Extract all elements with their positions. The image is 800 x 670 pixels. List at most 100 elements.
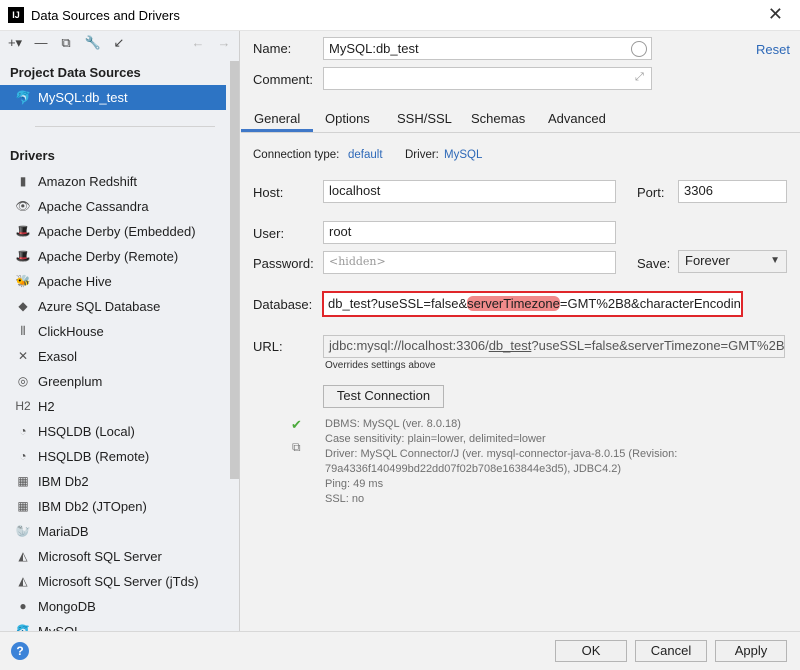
driver-label: Azure SQL Database — [38, 299, 161, 314]
driver-item[interactable]: ◔ HSQLDB (Remote) — [0, 444, 228, 469]
tab-general[interactable]: General — [254, 111, 300, 126]
tab-schemas[interactable]: Schemas — [471, 111, 525, 126]
remove-icon[interactable]: — — [32, 35, 50, 50]
name-value: MySQL:db_test — [329, 41, 419, 56]
driver-label: Microsoft SQL Server (jTds) — [38, 574, 199, 589]
driver-label: MongoDB — [38, 599, 96, 614]
color-circle-icon[interactable] — [631, 41, 647, 57]
driver-item[interactable]: ◆ Azure SQL Database — [0, 294, 228, 319]
driver-item[interactable]: 🦭 MariaDB — [0, 519, 228, 544]
user-input[interactable]: root — [323, 221, 616, 244]
url-text-suffix: ?useSSL=false&serverTimezone=GMT%2B8 — [531, 338, 785, 353]
url-input[interactable]: jdbc:mysql://localhost:3306/db_test?useS… — [323, 335, 785, 358]
active-tab-indicator — [241, 129, 313, 132]
reset-link[interactable]: Reset — [756, 42, 790, 57]
comment-label: Comment: — [253, 72, 313, 87]
driver-label: Driver: — [405, 149, 439, 161]
driver-item[interactable]: ◭ Microsoft SQL Server (jTds) — [0, 569, 228, 594]
driver-icon: 🎩 — [15, 249, 31, 263]
driver-item[interactable]: 🎩 Apache Derby (Remote) — [0, 244, 228, 269]
driver-item[interactable]: ▮ Amazon Redshift — [0, 169, 228, 194]
data-source-label: MySQL:db_test — [38, 90, 128, 105]
right-panel: Name: MySQL:db_test Reset Comment: ⤢ Gen… — [241, 31, 800, 631]
driver-item[interactable]: 🎩 Apache Derby (Embedded) — [0, 219, 228, 244]
driver-icon: 🐬 — [15, 624, 31, 631]
save-select-value: Forever — [685, 253, 730, 268]
tab-ssh-ssl[interactable]: SSH/SSL — [397, 111, 452, 126]
back-arrow-icon[interactable]: ← — [189, 35, 207, 50]
ok-button[interactable]: OK — [555, 640, 627, 662]
driver-item[interactable]: H2 H2 — [0, 394, 228, 419]
duplicate-icon[interactable]: ⧉ — [57, 35, 75, 51]
help-icon[interactable]: ? — [11, 642, 29, 660]
driver-icon: ✕ — [17, 349, 29, 363]
driver-item[interactable]: ● MongoDB — [0, 594, 228, 619]
driver-icon: ▮ — [19, 174, 27, 188]
driver-item[interactable]: ⦀ ClickHouse — [0, 319, 228, 344]
driver-item[interactable]: 👁 Apache Cassandra — [0, 194, 228, 219]
info-line: Driver: MySQL Connector/J (ver. mysql-co… — [325, 448, 678, 460]
driver-item[interactable]: ◔ HSQLDB (Local) — [0, 419, 228, 444]
save-select[interactable]: Forever ▼ — [678, 250, 787, 273]
window-title: Data Sources and Drivers — [31, 8, 180, 23]
tab-bar: General Options SSH/SSL Schemas Advanced — [241, 103, 800, 133]
database-input[interactable]: db_test?useSSL=false&serverTimezone=GMT%… — [322, 291, 743, 317]
info-line: DBMS: MySQL (ver. 8.0.18) — [325, 418, 461, 430]
test-connection-button[interactable]: Test Connection — [323, 385, 444, 408]
import-icon[interactable]: ↙ — [110, 35, 128, 51]
password-label: Password: — [253, 256, 314, 271]
copy-icon[interactable]: ⧉ — [292, 440, 301, 455]
comment-field[interactable] — [323, 67, 652, 90]
name-label: Name: — [253, 41, 292, 56]
info-line: 79a4336f140499bd22dd07f02b708e163844e3d5… — [325, 463, 622, 475]
url-text-prefix: jdbc:mysql://localhost:3306/ — [329, 338, 489, 353]
driver-item[interactable]: ▦ IBM Db2 — [0, 469, 228, 494]
host-input[interactable]: localhost — [323, 180, 616, 203]
tab-options[interactable]: Options — [325, 111, 370, 126]
driver-item[interactable]: ✕ Exasol — [0, 344, 228, 369]
apply-button[interactable]: Apply — [715, 640, 787, 662]
database-text-suffix: =GMT%2B8&characterEncoding=utf8& — [559, 296, 741, 311]
info-line: Case sensitivity: plain=lower, delimited… — [325, 433, 546, 445]
host-label: Host: — [253, 185, 284, 200]
driver-label: ClickHouse — [38, 324, 104, 339]
project-data-sources-title: Project Data Sources — [10, 65, 141, 80]
driver-item[interactable]: ▦ IBM Db2 (JTOpen) — [0, 494, 228, 519]
url-label: URL: — [253, 339, 283, 354]
database-label: Database: — [253, 297, 313, 312]
driver-item[interactable]: ◎ Greenplum — [0, 369, 228, 394]
expand-icon[interactable]: ⤢ — [635, 71, 644, 84]
driver-link[interactable]: MySQL — [444, 149, 482, 161]
tab-advanced[interactable]: Advanced — [548, 111, 606, 126]
connection-info: DBMS: MySQL (ver. 8.0.18) Case sensitivit… — [325, 417, 677, 507]
info-line: SSL: no — [325, 493, 365, 505]
wrench-icon[interactable]: 🔧 — [84, 35, 102, 51]
data-source-item-mysql-db-test[interactable]: 🐬 MySQL:db_test — [0, 85, 226, 110]
left-toolbar: +▾ — ⧉ 🔧 ↙ ← → — [0, 31, 239, 57]
close-icon[interactable]: ✕ — [768, 4, 783, 25]
cancel-button[interactable]: Cancel — [635, 640, 707, 662]
driver-icon: ◔ — [19, 449, 27, 463]
password-input[interactable]: <hidden> — [323, 251, 616, 274]
left-scrollbar[interactable] — [230, 61, 239, 479]
driver-label: Microsoft SQL Server — [38, 549, 162, 564]
connection-type-label: Connection type: — [253, 149, 340, 161]
add-icon[interactable]: +▾ — [6, 35, 24, 51]
driver-icon: ▦ — [17, 499, 29, 513]
driver-icon: ◎ — [17, 374, 29, 388]
connection-type-link[interactable]: default — [348, 149, 383, 161]
app-logo-icon: IJ — [8, 7, 24, 23]
driver-item[interactable]: 🐬 MySQL — [0, 619, 228, 631]
driver-icon: 🦭 — [15, 524, 31, 538]
driver-item[interactable]: 🐝 Apache Hive — [0, 269, 228, 294]
forward-arrow-icon[interactable]: → — [215, 35, 233, 50]
driver-icon: ◆ — [18, 299, 28, 313]
driver-icon: ⦀ — [20, 324, 26, 338]
driver-label: MySQL — [38, 624, 81, 631]
port-input[interactable]: 3306 — [678, 180, 787, 203]
driver-label: Apache Cassandra — [38, 199, 149, 214]
name-field[interactable]: MySQL:db_test — [323, 37, 652, 60]
drivers-list: ▮ Amazon Redshift 👁 Apache Cassandra 🎩 Apache… — [0, 169, 228, 631]
driver-label: Amazon Redshift — [38, 174, 137, 189]
driver-item[interactable]: ◭ Microsoft SQL Server — [0, 544, 228, 569]
